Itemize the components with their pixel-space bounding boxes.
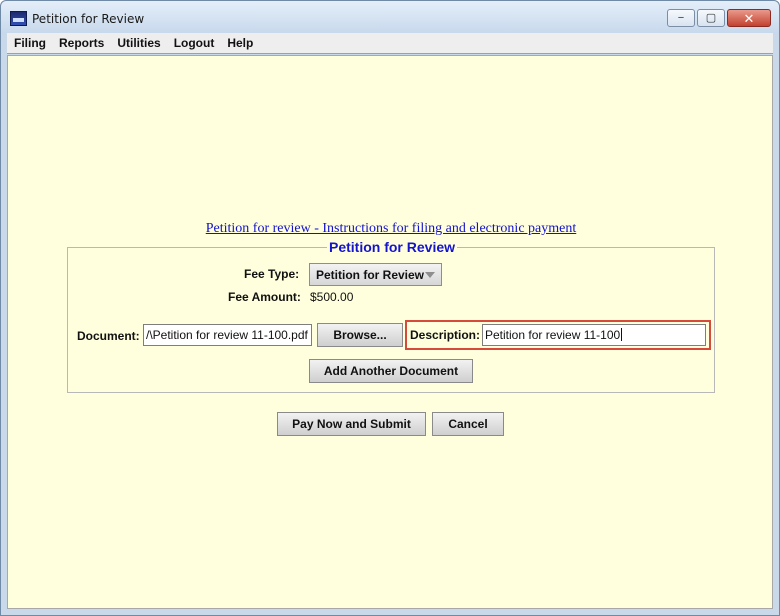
description-highlight: Description: Petition for review 11-100 <box>405 320 711 350</box>
menu-bar: Filing Reports Utilities Logout Help <box>7 33 773 54</box>
menu-logout[interactable]: Logout <box>167 36 221 50</box>
petition-group: Petition for Review Fee Type: Petition f… <box>67 239 715 393</box>
menu-filing[interactable]: Filing <box>7 36 52 50</box>
maximize-icon[interactable]: ▢ <box>697 9 725 27</box>
title-bar[interactable]: Petition for Review − ▢ ✕ <box>1 1 779 33</box>
fee-amount-label: Fee Amount: <box>228 290 301 304</box>
pay-now-submit-button[interactable]: Pay Now and Submit <box>277 412 426 436</box>
group-legend: Petition for Review <box>326 239 458 255</box>
window-controls: − ▢ ✕ <box>667 9 771 27</box>
fee-type-select[interactable]: Petition for Review <box>309 263 442 286</box>
browse-button[interactable]: Browse... <box>317 323 403 347</box>
description-label: Description: <box>410 328 481 342</box>
add-another-document-button[interactable]: Add Another Document <box>309 359 473 383</box>
instructions-link[interactable]: Petition for review - Instructions for f… <box>8 221 774 237</box>
menu-utilities[interactable]: Utilities <box>110 36 166 50</box>
content-panel: Petition for review - Instructions for f… <box>7 55 773 609</box>
menu-help[interactable]: Help <box>220 36 259 50</box>
window-title: Petition for Review <box>32 12 145 26</box>
text-caret <box>621 328 623 341</box>
menu-reports[interactable]: Reports <box>52 36 110 50</box>
fee-type-value: Petition for Review <box>316 268 425 282</box>
cancel-button[interactable]: Cancel <box>432 412 504 436</box>
document-value: /\Petition for review 11-100.pdf <box>146 328 308 342</box>
fee-type-label: Fee Type: <box>244 267 300 281</box>
close-icon[interactable]: ✕ <box>727 9 771 27</box>
fee-amount-value: $500.00 <box>310 290 354 304</box>
minimize-icon[interactable]: − <box>667 9 695 27</box>
description-value: Petition for review 11-100 <box>485 328 621 342</box>
app-icon <box>10 11 27 26</box>
document-label: Document: <box>77 329 140 343</box>
app-window: Petition for Review − ▢ ✕ Filing Reports… <box>0 0 780 616</box>
document-field[interactable]: /\Petition for review 11-100.pdf <box>143 324 312 346</box>
chevron-down-icon <box>425 272 435 278</box>
description-input[interactable]: Petition for review 11-100 <box>482 324 706 346</box>
